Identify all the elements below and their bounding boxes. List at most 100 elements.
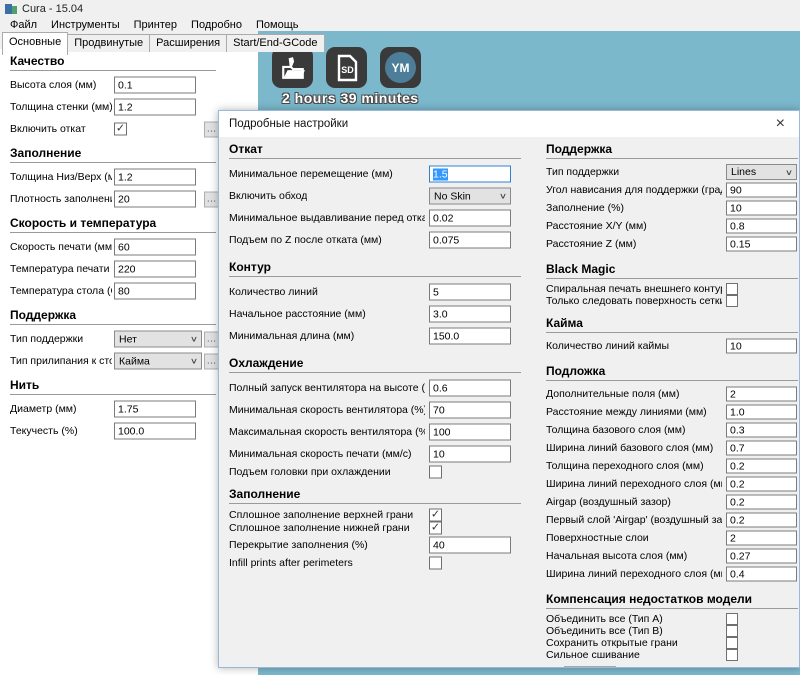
input-value: 1.2 <box>118 101 133 113</box>
setting-input[interactable]: 20 <box>114 191 196 208</box>
setting-input[interactable]: 150.0 <box>429 328 511 345</box>
setting-checkbox[interactable] <box>726 283 738 295</box>
setting-checkbox[interactable] <box>726 649 738 661</box>
setting-row: Начальная высота слоя (мм)0.27 <box>546 547 798 565</box>
setting-combo[interactable]: No Skin∨ <box>429 188 511 205</box>
setting-input[interactable]: 0.3 <box>726 423 797 438</box>
setting-input[interactable]: 100.0 <box>114 423 196 440</box>
field-control: 0.02 <box>429 210 511 227</box>
chevron-down-icon: ∨ <box>190 357 198 366</box>
setting-row: Подъем головки при охлаждении <box>229 465 521 478</box>
setting-input[interactable]: 0.8 <box>726 219 797 234</box>
setting-input[interactable]: 5 <box>429 284 511 301</box>
setting-input[interactable]: 0.7 <box>726 441 797 456</box>
share-youmagine-button[interactable]: YM <box>380 47 421 88</box>
input-value: 90 <box>730 184 742 196</box>
setting-input[interactable]: 100 <box>429 424 511 441</box>
setting-input[interactable]: 0.2 <box>726 459 797 474</box>
dialog-titlebar[interactable]: Подробные настройки × <box>219 111 799 137</box>
setting-input[interactable]: 40 <box>429 537 511 554</box>
menu-item-Принтер[interactable]: Принтер <box>127 18 184 32</box>
setting-input[interactable]: 0.6 <box>429 380 511 397</box>
field-label: Текучесть (%) <box>10 425 78 437</box>
setting-input[interactable]: 0.2 <box>726 477 797 492</box>
setting-input[interactable]: 0.075 <box>429 232 511 249</box>
setting-input[interactable]: 10 <box>429 446 511 463</box>
input-value: 1.0 <box>730 406 745 418</box>
setting-input[interactable]: 10 <box>726 201 797 216</box>
setting-input[interactable]: 1.2 <box>114 99 196 116</box>
setting-row: Минимальное перемещение (мм)1.5 <box>229 163 521 185</box>
tab-Start/End-GCode[interactable]: Start/End-GCode <box>226 34 324 52</box>
setting-input[interactable]: 0.4 <box>726 567 797 582</box>
setting-input[interactable]: 90 <box>726 183 797 198</box>
setting-checkbox[interactable] <box>726 625 738 637</box>
svg-text:SD: SD <box>341 65 354 75</box>
setting-input[interactable]: 0.15 <box>726 237 797 252</box>
setting-input[interactable]: 0.2 <box>726 495 797 510</box>
load-model-button[interactable] <box>272 47 313 88</box>
settings-section: ПодложкаДополнительные поля (мм)2Расстоя… <box>546 364 798 583</box>
field-label: Тип поддержки <box>10 333 83 345</box>
setting-combo[interactable]: Кайма∨ <box>114 353 202 370</box>
setting-input[interactable]: 0.1 <box>114 77 196 94</box>
input-value: 0.2 <box>730 496 745 508</box>
setting-row: Тип прилипания к столуКайма∨... <box>10 350 248 372</box>
setting-input[interactable]: 0.02 <box>429 210 511 227</box>
setting-input[interactable]: 2 <box>726 531 797 546</box>
field-label: Высота слоя (мм) <box>10 79 96 91</box>
menu-item-Подробно[interactable]: Подробно <box>184 18 249 32</box>
setting-input[interactable]: 1.75 <box>114 401 196 418</box>
tab-Продвинутые[interactable]: Продвинутые <box>67 34 150 52</box>
setting-input[interactable]: 0.2 <box>726 513 797 528</box>
setting-input[interactable]: 3.0 <box>429 306 511 323</box>
tab-Основные[interactable]: Основные <box>2 32 68 55</box>
setting-checkbox[interactable] <box>429 556 442 569</box>
field-label: Минимальная длина (мм) <box>229 330 354 342</box>
field-control: 150.0 <box>429 328 511 345</box>
setting-input[interactable]: 1.5 <box>429 166 511 183</box>
field-label: Тип поддержки <box>546 166 619 178</box>
input-value: 0.2 <box>730 478 745 490</box>
setting-checkbox[interactable] <box>726 637 738 649</box>
field-control: 0.075 <box>429 232 511 249</box>
menu-item-Помощь[interactable]: Помощь <box>249 18 306 32</box>
tab-Расширения[interactable]: Расширения <box>149 34 227 52</box>
setting-checkbox[interactable] <box>726 295 738 307</box>
setting-checkbox[interactable]: ✓ <box>114 123 127 136</box>
setting-checkbox[interactable] <box>726 613 738 625</box>
setting-row: Ширина линий базового слоя (мм)0.7 <box>546 439 798 457</box>
setting-input[interactable]: 10 <box>726 339 797 354</box>
setting-input[interactable]: 220 <box>114 261 196 278</box>
menu-item-Инструменты[interactable]: Инструменты <box>44 18 127 32</box>
setting-combo[interactable]: Lines∨ <box>726 164 797 180</box>
input-value: 3.0 <box>433 308 448 320</box>
menu-item-Файл[interactable]: Файл <box>3 18 44 32</box>
setting-combo[interactable]: Нет∨ <box>114 331 202 348</box>
settings-section: ЗаполнениеТолщина Низ/Верх (мм)1.2Плотно… <box>10 146 248 210</box>
setting-input[interactable]: 60 <box>114 239 196 256</box>
setting-input[interactable]: 70 <box>429 402 511 419</box>
input-value: 5 <box>433 286 439 298</box>
window-title: Cura - 15.04 <box>22 3 83 15</box>
setting-input[interactable]: 80 <box>114 283 196 300</box>
field-control <box>726 625 738 637</box>
field-label: Сохранить открытые грани <box>546 637 678 649</box>
setting-input[interactable]: 1.0 <box>726 405 797 420</box>
setting-input[interactable]: 1.2 <box>114 169 196 186</box>
setting-input[interactable]: 0.27 <box>726 549 797 564</box>
save-sd-button[interactable]: SD <box>326 47 367 88</box>
setting-row: Толщина Низ/Верх (мм)1.2 <box>10 166 248 188</box>
setting-input[interactable]: 2 <box>726 387 797 402</box>
field-label: Включить обход <box>229 190 307 202</box>
setting-checkbox[interactable]: ✓ <box>429 508 442 521</box>
setting-row: Высота слоя (мм) 0.1 <box>10 74 248 96</box>
ok-button[interactable]: Ok <box>564 666 616 668</box>
setting-checkbox[interactable]: ✓ <box>429 521 442 534</box>
field-control: 0.7 <box>726 441 797 456</box>
field-control: Lines∨ <box>726 164 797 180</box>
close-icon[interactable]: × <box>772 116 789 132</box>
field-label: Поверхностные слои <box>546 532 649 544</box>
dialog-left-column: ОткатМинимальное перемещение (мм)1.5Вклю… <box>229 137 521 569</box>
setting-checkbox[interactable] <box>429 465 442 478</box>
